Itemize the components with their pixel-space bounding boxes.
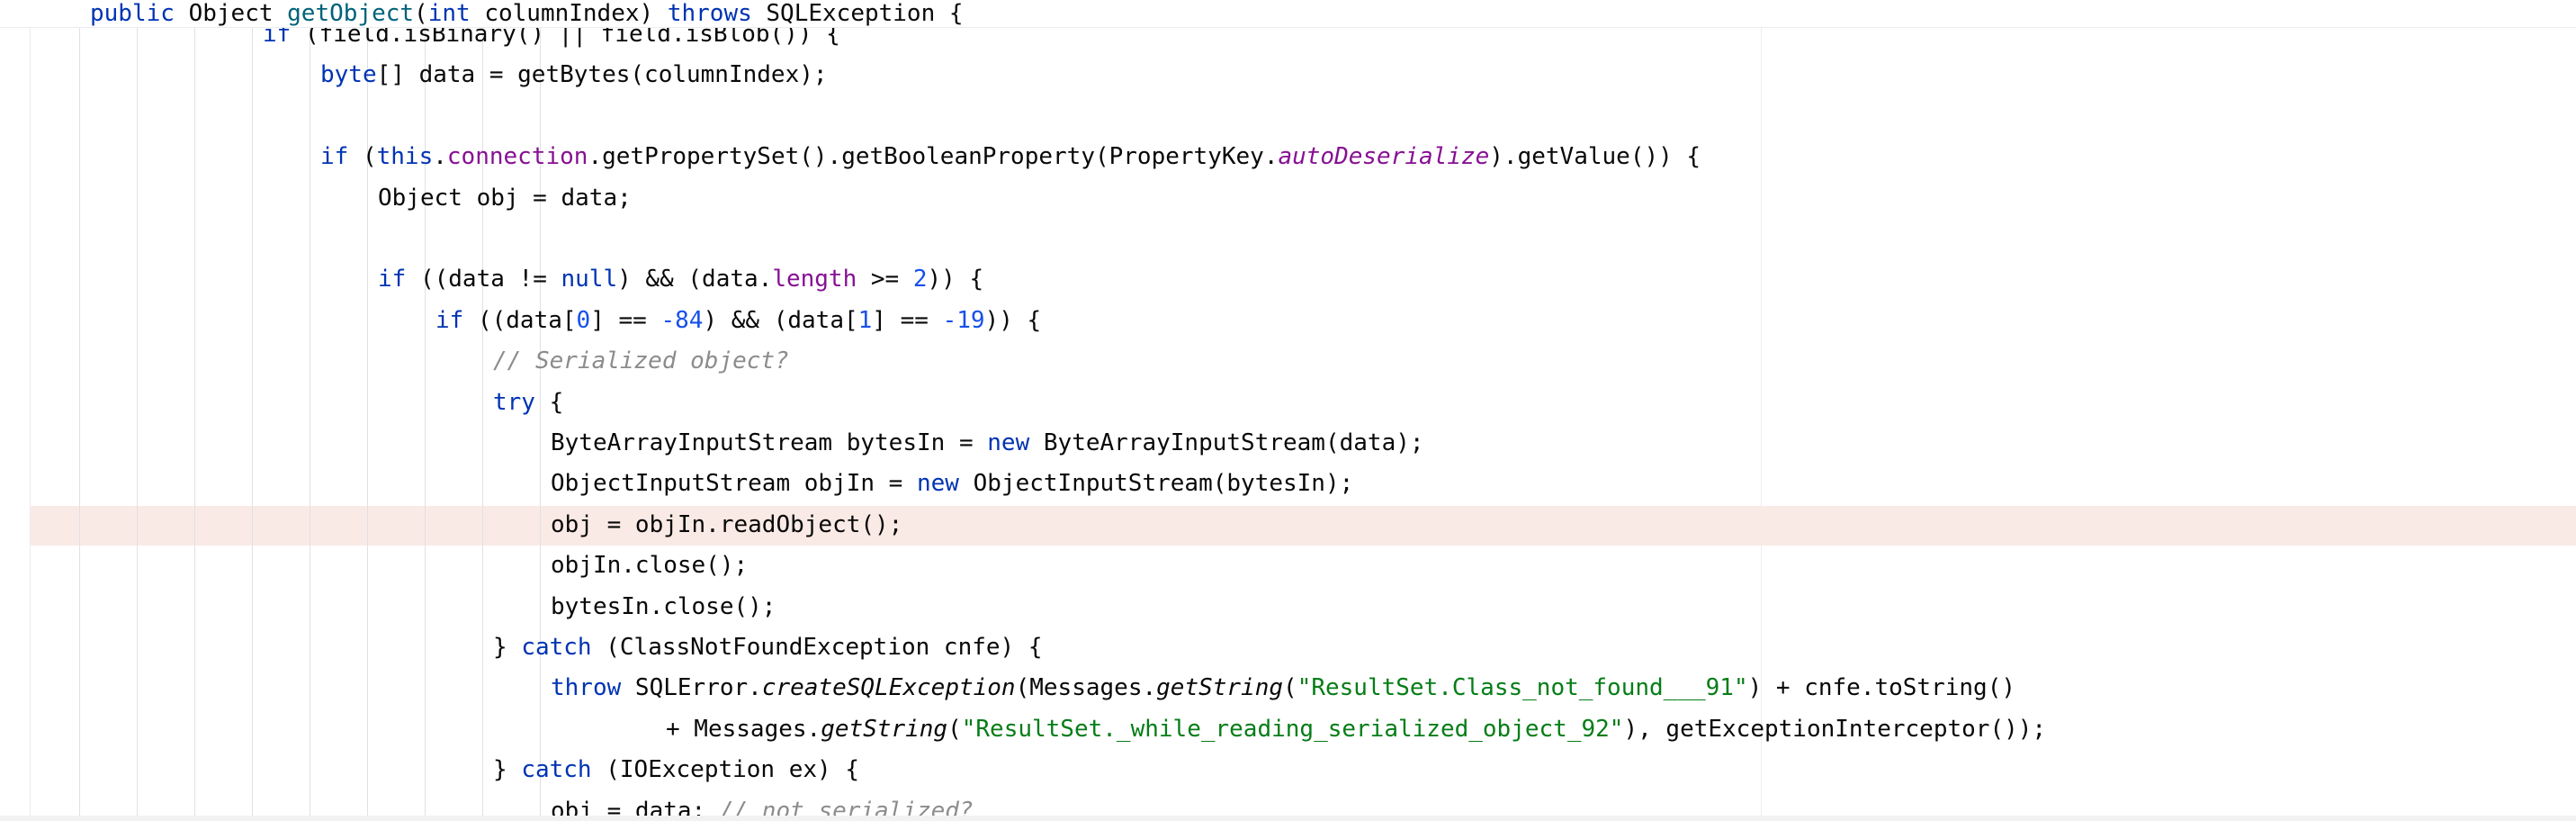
code-token: SQLException { — [751, 0, 964, 27]
code-token: } — [493, 756, 522, 784]
code-token: -84 — [660, 306, 704, 334]
code-token: throw — [551, 674, 622, 702]
code-token: if — [435, 306, 464, 334]
code-token: + Messages. — [666, 715, 821, 743]
indent-guide — [252, 25, 253, 821]
code-token: catch — [521, 634, 592, 661]
code-token: Object obj = data; — [378, 184, 632, 212]
code-token: connection — [446, 143, 588, 171]
code-token: ObjectInputStream objIn = — [551, 470, 917, 498]
code-token: )) { — [984, 306, 1042, 334]
code-token: objIn.close(); — [551, 552, 749, 580]
code-token: (IOException ex) { — [591, 756, 860, 784]
code-token: throws — [667, 0, 752, 27]
code-token: ((data != — [406, 266, 561, 293]
code-token: null — [561, 266, 618, 293]
code-token: >= — [857, 266, 913, 293]
code-token: { — [534, 388, 564, 416]
sticky-header-line[interactable]: public Object getObject(int columnIndex)… — [90, 0, 964, 27]
code-token: ) + cnfe.toString() — [1747, 674, 2016, 702]
code-token: 2 — [912, 266, 928, 293]
code-token: byte — [320, 61, 377, 89]
code-line[interactable]: ObjectInputStream objIn = new ObjectInpu… — [551, 464, 1353, 504]
code-token: SQLError. — [621, 674, 762, 702]
code-token: ByteArrayInputStream(data); — [1029, 429, 1424, 456]
code-token: if — [378, 266, 407, 293]
code-token: 0 — [576, 306, 591, 334]
code-token: ObjectInputStream(bytesIn); — [958, 470, 1354, 498]
code-token: catch — [521, 756, 592, 784]
code-line[interactable]: throw SQLError.createSQLException(Messag… — [551, 668, 2015, 708]
code-token: ] == — [590, 306, 661, 334]
code-line[interactable]: // Serialized object? — [493, 341, 789, 382]
code-token: new — [917, 470, 959, 498]
code-token: "ResultSet.Class_not_found___91" — [1297, 674, 1748, 702]
indent-guide — [137, 25, 138, 821]
code-token: bytesIn.close(); — [551, 592, 776, 620]
code-line[interactable]: obj = objIn.readObject(); — [551, 505, 902, 546]
indent-guide — [79, 25, 80, 821]
code-token: obj = objIn.readObject(); — [551, 510, 903, 538]
code-line[interactable]: objIn.close(); — [551, 546, 748, 586]
code-token: ) && (data. — [617, 266, 773, 293]
code-line[interactable]: ByteArrayInputStream bytesIn = new ByteA… — [551, 423, 1424, 464]
code-token: columnIndex) — [470, 0, 668, 27]
code-token: createSQLException — [761, 674, 1016, 702]
code-token: autoDeserialize — [1278, 143, 1490, 171]
code-token: new — [987, 429, 1030, 456]
code-token: length — [772, 266, 857, 293]
code-token: (Messages. — [1015, 674, 1157, 702]
code-token: -19 — [942, 306, 985, 334]
code-token: ), getExceptionInterceptor()); — [1623, 715, 2047, 743]
code-token: if — [320, 143, 349, 171]
sticky-method-header[interactable]: public Object getObject(int columnIndex)… — [0, 0, 2576, 28]
code-token: ] == — [872, 306, 943, 334]
code-token: )) { — [927, 266, 984, 293]
code-token: int — [427, 0, 471, 27]
code-token: ByteArrayInputStream bytesIn = — [551, 429, 988, 456]
code-token: try — [493, 388, 535, 416]
code-token: // Serialized object? — [493, 347, 789, 375]
code-token: . — [433, 143, 447, 171]
code-token: ( — [1283, 674, 1297, 702]
code-line[interactable]: + Messages.getString("ResultSet._while_r… — [666, 709, 2046, 750]
indent-guide — [194, 25, 195, 821]
code-token: ) && (data[ — [703, 306, 858, 334]
code-line[interactable]: } catch (IOException ex) { — [493, 750, 859, 790]
code-token: (ClassNotFoundException cnfe) { — [591, 634, 1043, 661]
code-line[interactable]: if ((data != null) && (data.length >= 2)… — [378, 259, 983, 300]
code-token: [] data = getBytes(columnIndex); — [376, 61, 828, 89]
highlighted-line — [31, 506, 2576, 546]
code-token: "ResultSet._while_reading_serialized_obj… — [961, 715, 1624, 743]
code-token: Object — [174, 0, 288, 27]
code-token: getObject — [287, 0, 415, 27]
code-token: public — [90, 0, 175, 27]
code-token: ( — [414, 0, 428, 27]
code-token: } — [493, 634, 522, 661]
code-line[interactable]: try { — [493, 383, 563, 423]
code-token: getString — [821, 715, 948, 743]
code-token: .getPropertySet().getBooleanProperty(Pro… — [588, 143, 1279, 171]
code-token: ((data[ — [463, 306, 577, 334]
horizontal-scrollbar-track[interactable] — [0, 816, 2576, 821]
code-line[interactable]: } catch (ClassNotFoundException cnfe) { — [493, 627, 1043, 668]
code-token: ( — [348, 143, 377, 171]
gutter-border — [30, 0, 31, 821]
code-line[interactable]: byte[] data = getBytes(columnIndex); — [320, 55, 828, 95]
code-line[interactable]: if (this.connection.getPropertySet().get… — [320, 137, 1701, 177]
code-editor[interactable]: if (field.isBinary() || field.isBlob()) … — [0, 0, 2576, 821]
code-token: this — [376, 143, 434, 171]
code-token: getString — [1156, 674, 1284, 702]
code-token: ).getValue()) { — [1489, 143, 1701, 171]
code-token: 1 — [857, 306, 873, 334]
code-line[interactable]: bytesIn.close(); — [551, 587, 776, 627]
code-token: ( — [947, 715, 962, 743]
code-line[interactable]: if ((data[0] == -84) && (data[1] == -19)… — [435, 301, 1041, 341]
code-line[interactable]: Object obj = data; — [378, 178, 632, 219]
